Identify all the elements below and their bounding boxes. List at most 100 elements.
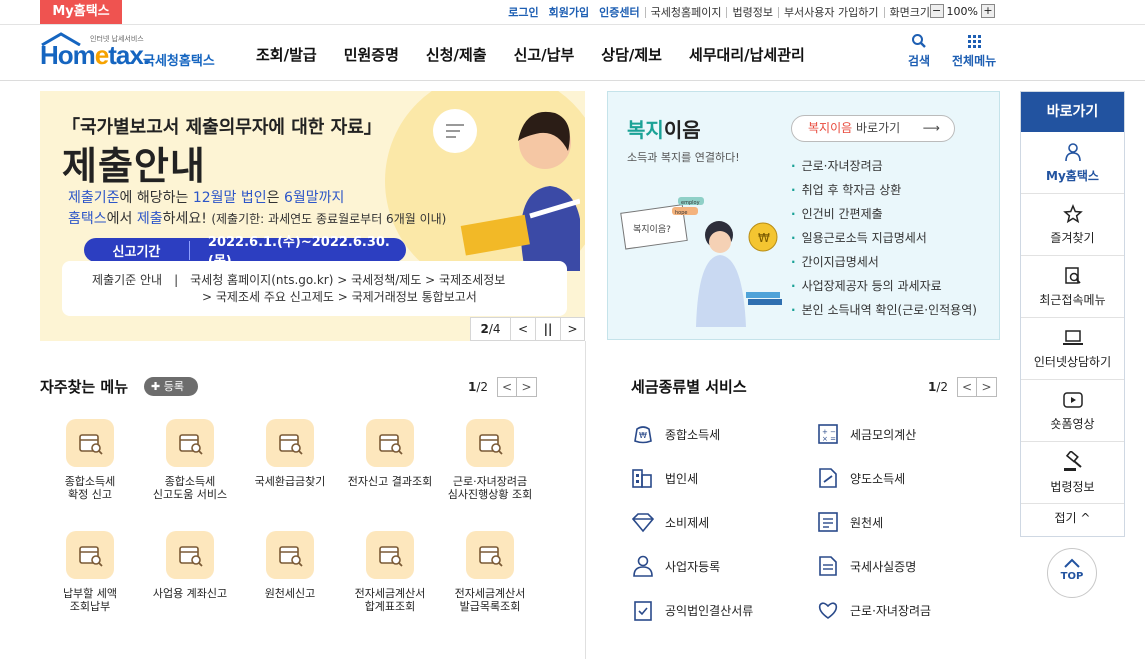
quick-my-hometax[interactable]: My홈택스 — [1021, 132, 1124, 194]
nav-certificate[interactable]: 민원증명 — [344, 44, 399, 65]
calendar-search-icon — [166, 419, 214, 467]
signup-link[interactable]: 회원가입 — [544, 4, 594, 20]
main-header: 인터넷 납세서비스 Hometax. 국세청홈택스 조회/발급 민원증명 신청/… — [0, 25, 1145, 81]
main-banner[interactable]: 「국가별보고서 제출의무자에 대한 자료」 제출안내 제출기준에 해당하는 12… — [40, 91, 585, 341]
quick-short-video[interactable]: 숏폼영상 — [1021, 380, 1124, 442]
screen-size-label: 화면크기 — [889, 6, 930, 19]
welfare-item[interactable]: 사업장제공자 등의 과세자료 — [791, 274, 977, 298]
invoice-search-icon — [466, 531, 514, 579]
scroll-top-button[interactable]: TOP — [1047, 548, 1097, 598]
quick-favorites[interactable]: 즐겨찾기 — [1021, 194, 1124, 256]
favorite-menu-item[interactable]: 종합소득세 확정 신고 — [40, 419, 140, 501]
favorite-label-line1: 종합소득세 — [164, 475, 216, 488]
welfare-item[interactable]: 인건비 간편제출 — [791, 202, 977, 226]
favorite-menu-item[interactable]: 종합소득세 신고도움 서비스 — [140, 419, 240, 501]
nav-application[interactable]: 신청/제출 — [426, 44, 487, 65]
tax-fact-certificate[interactable]: 국세사실증명 — [816, 555, 916, 577]
period-label: 신고기간 — [84, 240, 190, 260]
building-icon — [632, 469, 652, 488]
favorite-menu-item[interactable]: 근로·자녀장려금 심사진행상황 조회 — [440, 419, 540, 501]
welfare-sign-text: 복지이음? — [633, 224, 671, 235]
favorite-label-line2: 조회납부 — [69, 600, 111, 613]
favorite-menu-item[interactable]: 사업용 계좌신고 — [140, 531, 240, 600]
all-menu-button[interactable]: 전체메뉴 — [952, 33, 996, 69]
welfare-item[interactable]: 일용근로소득 지급명세서 — [791, 226, 977, 250]
law-info-link[interactable]: 법령정보 — [727, 4, 777, 20]
favorite-label-line2: 심사진행상황 조회 — [447, 488, 533, 501]
banner-pause-button[interactable]: || — [536, 318, 561, 340]
calendar-pen-icon — [166, 531, 214, 579]
tax-capital-gains[interactable]: 양도소득세 — [816, 467, 905, 489]
favorite-label-line1: 원천세신고 — [264, 587, 316, 600]
tax-simulation[interactable]: + − × = 세금모의계산 — [816, 423, 916, 445]
favorite-menu-item[interactable]: 국세환급금찾기 — [240, 419, 340, 488]
tax-earned-income-credit[interactable]: 근로·자녀장려금 — [816, 599, 931, 621]
refund-search-icon — [266, 419, 314, 467]
welfare-item[interactable]: 취업 후 학자금 상환 — [791, 178, 977, 202]
nav-counseling[interactable]: 상담/제보 — [601, 44, 662, 65]
favorite-menu-item[interactable]: 전자세금계산서 발급목록조회 — [440, 531, 540, 613]
nts-homepage-link[interactable]: 국세청홈페이지 — [646, 4, 727, 20]
welfare-item[interactable]: 간이지급명세서 — [791, 250, 977, 274]
tax-consumption[interactable]: 소비제세 — [631, 511, 709, 533]
nav-inquiry[interactable]: 조회/발급 — [256, 44, 317, 65]
tax-corporate[interactable]: 법인세 — [631, 467, 698, 489]
favorites-title: 자주찾는 메뉴 — [40, 378, 129, 396]
welfare-item[interactable]: 근로·자녀장려금 — [791, 154, 977, 178]
favorite-label-line2: 확정 신고 — [68, 488, 112, 501]
welfare-tag-1: employ — [681, 200, 700, 206]
banner-page-indicator: 2/4 — [471, 318, 511, 340]
my-hometax-badge[interactable]: My홈택스 — [40, 0, 122, 24]
dept-user-signup-link[interactable]: 부서사용자 가입하기 — [779, 4, 884, 20]
nav-filing[interactable]: 신고/납부 — [514, 44, 575, 65]
tax-public-corp-settlement[interactable]: 공익법인결산서류 — [631, 599, 753, 621]
quick-law-info[interactable]: 법령정보 — [1021, 442, 1124, 504]
favorite-label-line1: 전자신고 결과조회 — [347, 475, 433, 488]
diamond-icon — [631, 513, 655, 533]
nav-tax-agent[interactable]: 세무대리/납세관리 — [689, 44, 805, 65]
tax-withholding[interactable]: 원천세 — [816, 511, 883, 533]
register-favorite-button[interactable]: ✚ 등록 — [144, 377, 198, 396]
welfare-item[interactable]: 본인 소득내역 확인(근로·인적용역) — [791, 298, 977, 322]
person-illustration — [433, 109, 580, 271]
favorite-menu-item[interactable]: 원천세신고 — [240, 531, 340, 600]
tax-service-prev-button[interactable]: < — [957, 377, 978, 397]
zoom-in-button[interactable]: + — [981, 4, 995, 18]
favorite-menu-item[interactable]: 납부할 세액 조회납부 — [40, 531, 140, 613]
cert-center-link[interactable]: 인증센터 — [594, 4, 644, 20]
zoom-out-button[interactable]: − — [929, 4, 944, 18]
search-button[interactable]: 검색 — [908, 33, 930, 69]
hometax-logo[interactable]: 인터넷 납세서비스 Hometax. 국세청홈택스 — [40, 32, 225, 76]
quick-recent-menu[interactable]: 최근접속메뉴 — [1021, 256, 1124, 318]
filing-guide-box: 제출기준 안내 | 국세청 홈페이지(nts.go.kr) > 국세정책/제도 > … — [62, 261, 567, 316]
quick-online-counsel[interactable]: 인터넷상담하기 — [1021, 318, 1124, 380]
banner-prev-button[interactable]: < — [511, 318, 536, 340]
welfare-banner[interactable]: 복지이음 소득과 복지를 연결하다! 복지이음 바로가기 ⟶ 복지이음? empl… — [607, 91, 1000, 340]
heart-hand-icon — [818, 602, 838, 619]
logo-wordmark: Hometax. — [40, 40, 150, 70]
tax-service-next-button[interactable]: > — [977, 377, 998, 397]
svg-text:₩: ₩ — [758, 231, 770, 245]
tax-service-pager: 1/2 < > — [928, 377, 998, 397]
favorite-label-line1: 국세환급금찾기 — [254, 475, 326, 488]
calculator-icon: + −× = — [818, 424, 838, 444]
welfare-shortcut-button[interactable]: 복지이음 바로가기 ⟶ — [791, 115, 955, 142]
quick-menu-title: 바로가기 — [1021, 92, 1124, 132]
favorite-menu-item[interactable]: 전자세금계산서 합계표조회 — [340, 531, 440, 613]
favorite-menu-item[interactable]: 전자신고 결과조회 — [340, 419, 440, 488]
chevron-up-icon — [1064, 558, 1080, 568]
favorites-prev-button[interactable]: < — [497, 377, 518, 397]
banner-pager: 2/4 < || > — [470, 317, 585, 341]
logo-korean: 국세청홈택스 — [143, 54, 215, 69]
gavel-icon — [1063, 450, 1082, 471]
tax-business-registration[interactable]: 사업자등록 — [631, 555, 720, 577]
svg-text:× =: × = — [822, 435, 836, 443]
favorite-label-line1: 전자세금계산서 — [454, 587, 526, 600]
quick-fold-button[interactable]: 접기 ^ — [1021, 504, 1124, 532]
favorites-next-button[interactable]: > — [517, 377, 538, 397]
result-search-icon — [366, 419, 414, 467]
banner-next-button[interactable]: > — [561, 318, 584, 340]
tax-global-income[interactable]: ₩ 종합소득세 — [631, 423, 720, 445]
favorite-label-line1: 사업용 계좌신고 — [152, 587, 228, 600]
login-link[interactable]: 로그인 — [503, 4, 543, 20]
